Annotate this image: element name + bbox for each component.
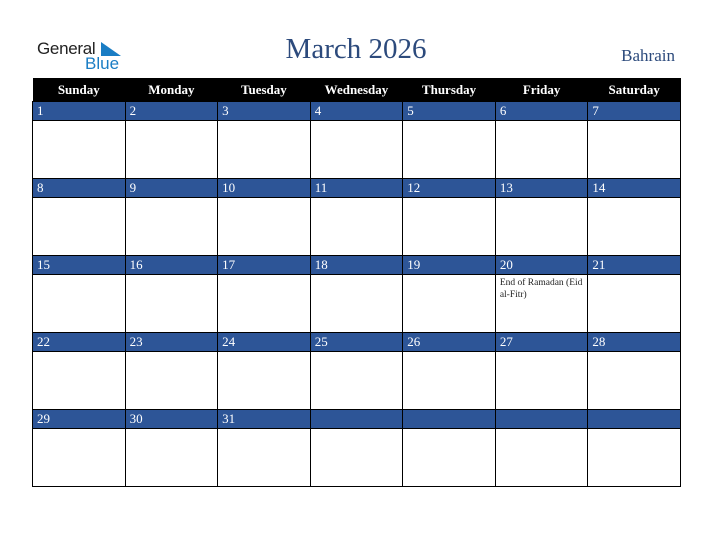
week-row: 8 9 10 11 12 13 14 [32,178,681,256]
day-number: 21 [588,256,680,275]
day-number: 28 [588,333,680,352]
day-cell[interactable] [309,409,404,487]
day-number: 1 [33,102,125,121]
day-number [588,410,680,429]
day-number: 18 [310,256,403,275]
day-number: 26 [403,333,495,352]
day-number: 17 [218,256,310,275]
day-number: 24 [218,333,310,352]
day-number: 20 [495,256,588,275]
day-cell[interactable]: 10 [217,178,311,256]
day-cell[interactable]: 6 [494,101,589,179]
day-cell[interactable]: 20 End of Ramadan (Eid al-Fitr) [494,255,589,333]
day-number: 6 [495,102,588,121]
day-number: 14 [588,179,680,198]
day-number [310,410,403,429]
day-cell[interactable]: 16 [124,255,219,333]
day-number: 15 [33,256,125,275]
day-cell[interactable]: 28 [587,332,681,410]
day-cell[interactable]: 13 [494,178,589,256]
day-cell[interactable]: 22 [32,332,126,410]
weekday-header: Friday [495,78,588,102]
day-cell[interactable]: 11 [309,178,404,256]
day-cell[interactable] [402,409,496,487]
day-number: 22 [33,333,125,352]
day-number: 29 [33,410,125,429]
day-cell[interactable]: 27 [494,332,589,410]
day-number: 9 [125,179,218,198]
weekday-header: Thursday [402,78,496,102]
holiday-event: End of Ramadan (Eid al-Fitr) [499,278,583,300]
calendar-title: March 2026 [285,33,427,65]
day-cell[interactable]: 19 [402,255,496,333]
day-number: 10 [218,179,310,198]
day-cell[interactable]: 17 [217,255,311,333]
week-row: 1234567 [32,101,681,179]
day-number: 3 [218,102,310,121]
week-row: 29 30 31 [32,409,681,487]
day-number: 5 [403,102,495,121]
day-cell[interactable]: 9 [124,178,219,256]
day-number: 30 [125,410,218,429]
weekday-header: Tuesday [217,78,311,102]
country-label: Bahrain [621,46,675,65]
calendar-grid: Sunday Monday Tuesday Wednesday Thursday Frid… [32,78,681,487]
day-cell[interactable]: 24 [217,332,311,410]
day-number: 23 [125,333,218,352]
day-number: 19 [403,256,495,275]
day-number [495,410,588,429]
day-cell[interactable]: 30 [124,409,219,487]
day-cell[interactable]: 23 [124,332,219,410]
day-cell[interactable]: 26 [402,332,496,410]
day-cell[interactable] [494,409,589,487]
day-cell[interactable]: 31 [217,409,311,487]
weekday-header: Sunday [32,78,126,102]
day-number: 12 [403,179,495,198]
day-cell[interactable]: 5 [402,101,496,179]
day-cell[interactable]: 14 [587,178,681,256]
day-cell[interactable]: 15 [32,255,126,333]
day-cell[interactable]: 12 [402,178,496,256]
day-number: 4 [310,102,403,121]
day-cell[interactable]: 3 [217,101,311,179]
day-cell[interactable]: 18 [309,255,404,333]
day-cell[interactable]: 2 [124,101,219,179]
day-number: 8 [33,179,125,198]
day-number: 25 [310,333,403,352]
day-number [403,410,495,429]
day-number: 16 [125,256,218,275]
day-number: 11 [310,179,403,198]
day-cell[interactable]: 7 [587,101,681,179]
weekday-header: Wednesday [310,78,403,102]
day-cell[interactable]: 1 [32,101,126,179]
day-cell[interactable]: 29 [32,409,126,487]
week-row: 15 16 17 18 19 20 End of Ramadan (Eid al-Fitr)… [32,255,681,333]
week-row: 22 23 24 25 26 27 28 [32,332,681,410]
day-cell[interactable]: 25 [309,332,404,410]
day-cell[interactable]: 4 [309,101,404,179]
day-number: 2 [125,102,218,121]
weekday-header: Saturday [587,78,681,102]
day-cell[interactable]: 21 [587,255,681,333]
day-number: 27 [495,333,588,352]
weekday-header: Monday [125,78,218,102]
day-number: 7 [588,102,680,121]
day-number: 31 [218,410,310,429]
day-number: 13 [495,179,588,198]
day-cell[interactable] [587,409,681,487]
weekday-header-row: Sunday Monday Tuesday Wednesday Thursday Frid… [32,78,681,102]
day-cell[interactable]: 8 [32,178,126,256]
